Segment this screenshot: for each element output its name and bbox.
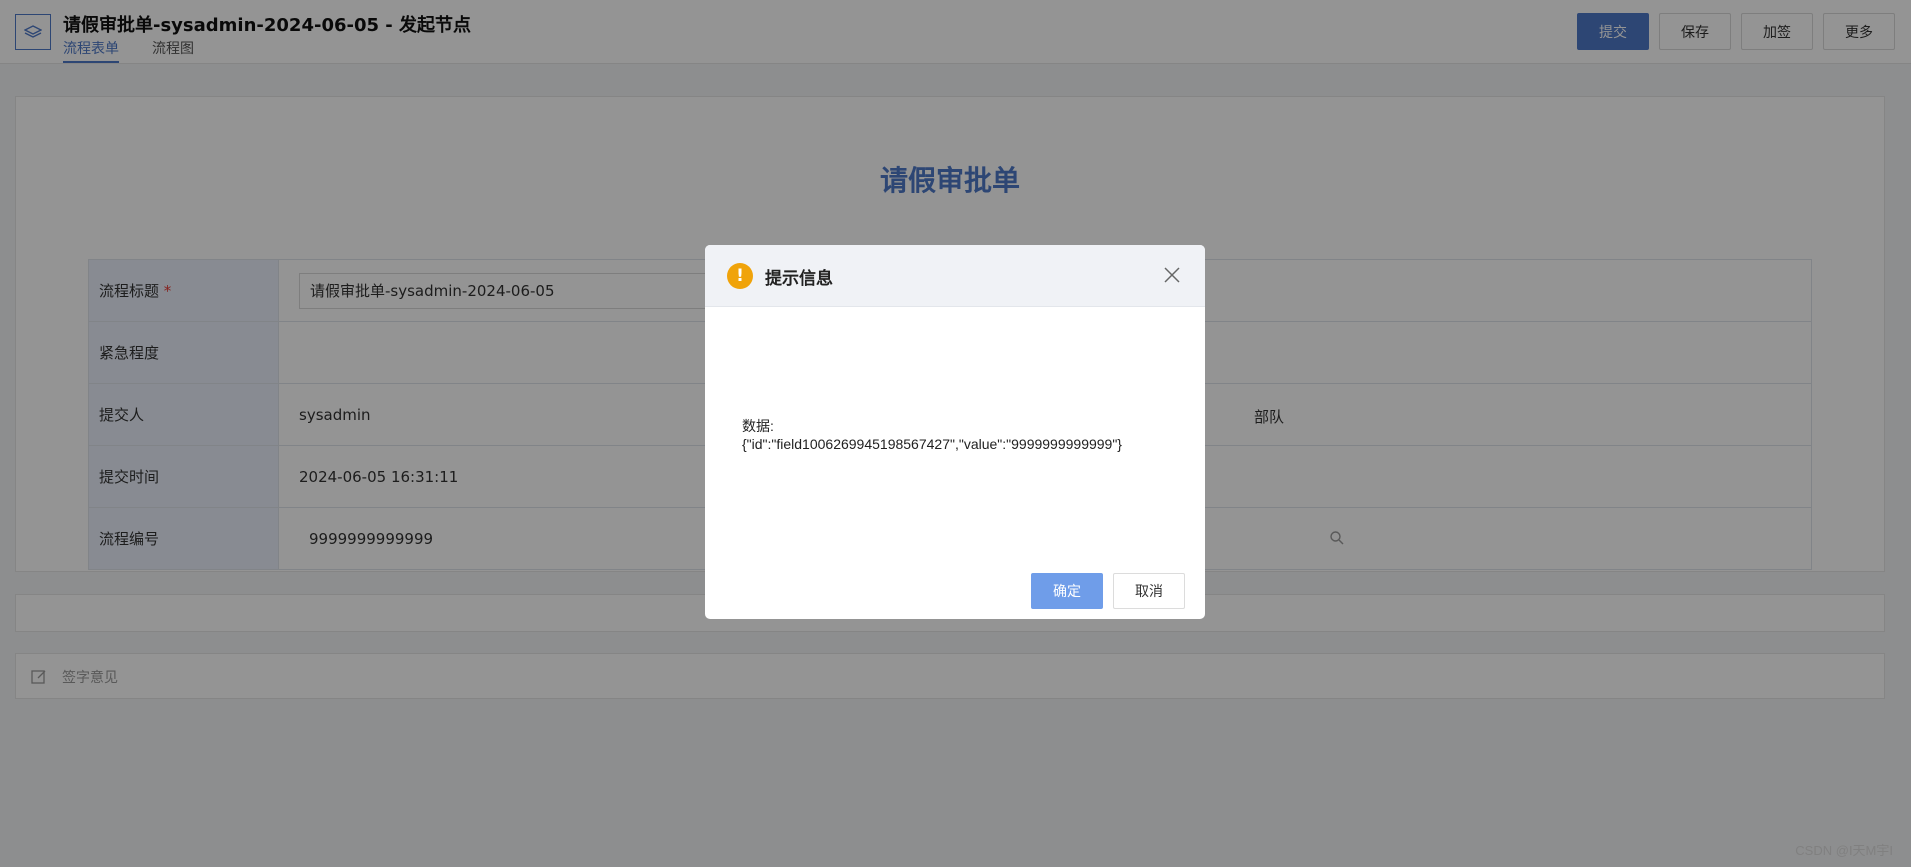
close-icon[interactable] (1164, 267, 1180, 287)
dialog-header: ! 提示信息 (705, 245, 1205, 307)
info-dialog: ! 提示信息 数据: {"id":"field10062699451985674… (705, 245, 1205, 619)
dialog-title: 提示信息 (765, 269, 833, 289)
warning-icon: ! (727, 263, 753, 289)
confirm-button[interactable]: 确定 (1031, 573, 1103, 609)
cancel-button[interactable]: 取消 (1113, 573, 1185, 609)
dialog-message: 数据: {"id":"field1006269945198567427","va… (742, 418, 1122, 452)
